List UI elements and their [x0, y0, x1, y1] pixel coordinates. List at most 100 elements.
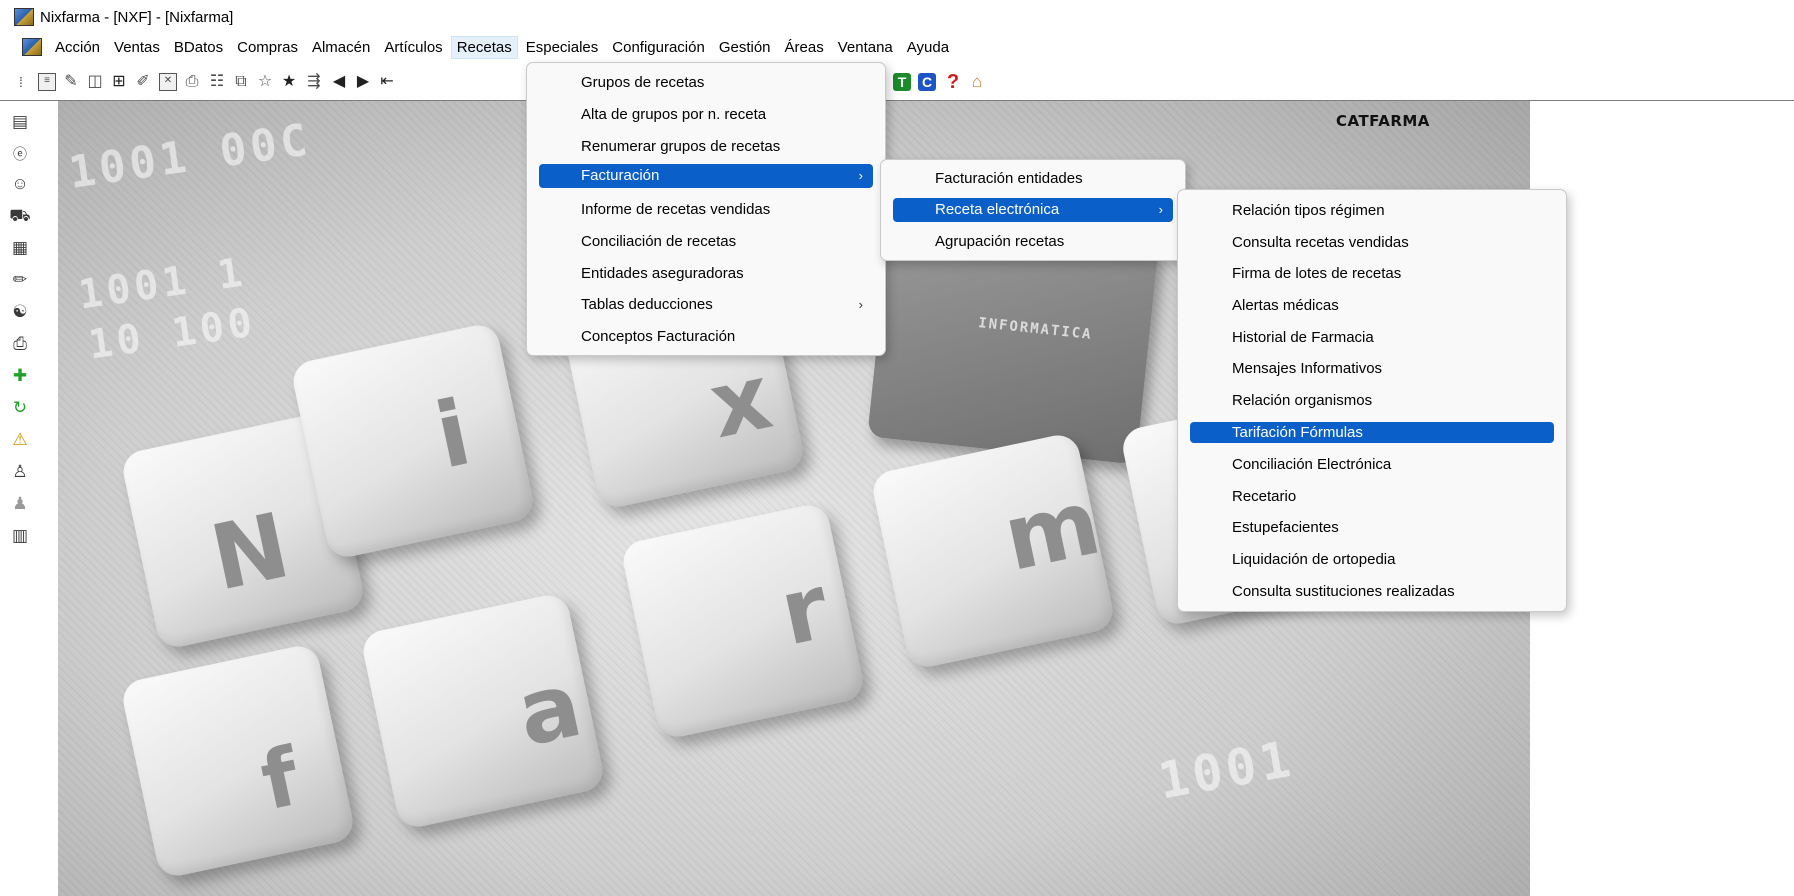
export-icon[interactable]: ⇶ — [305, 73, 323, 91]
menu-item-entidades-aseguradoras[interactable]: Entidades aseguradoras — [539, 261, 873, 287]
document-icon[interactable]: ≡ — [38, 73, 56, 91]
menu-item-label: Agrupación recetas — [935, 233, 1065, 250]
receta-electronica-submenu: Relación tipos régimen Consulta recetas … — [1177, 189, 1567, 612]
menu-item-receta-electronica[interactable]: Receta electrónica › — [893, 198, 1173, 222]
menu-item-estupefacientes[interactable]: Estupefacientes — [1190, 515, 1554, 541]
menu-compras[interactable]: Compras — [232, 37, 303, 58]
menu-item-label: Tablas deducciones — [581, 296, 713, 313]
menu-item-label: Conciliación de recetas — [581, 233, 737, 250]
menu-item-relacion-organismos[interactable]: Relación organismos — [1190, 388, 1554, 414]
menu-item-label: Grupos de recetas — [581, 74, 705, 91]
list-icon[interactable]: ☷ — [208, 73, 226, 91]
group-icon[interactable]: ♟ — [9, 493, 31, 515]
refresh-icon[interactable]: ↻ — [9, 397, 31, 419]
home-icon[interactable]: ⌂ — [968, 73, 986, 91]
menu-bar: Acción Ventas BDatos Compras Almacén Art… — [0, 34, 1794, 60]
delete-icon[interactable]: ✕ — [159, 73, 177, 91]
menu-configuracion[interactable]: Configuración — [607, 37, 710, 58]
keycap-letter: f — [253, 730, 307, 829]
menu-gestion[interactable]: Gestión — [714, 37, 776, 58]
menu-especiales[interactable]: Especiales — [521, 37, 604, 58]
cart-icon[interactable]: ⛟ — [9, 205, 31, 227]
menu-item-label: Consulta recetas vendidas — [1232, 234, 1409, 251]
print-icon[interactable]: ⎙ — [183, 73, 201, 91]
menu-item-mensajes-informativos[interactable]: Mensajes Informativos — [1190, 356, 1554, 382]
write-icon[interactable]: ✐ — [134, 73, 152, 91]
barcode-icon[interactable]: ▥ — [9, 525, 31, 547]
menu-item-label: Conciliación Electrónica — [1232, 456, 1392, 473]
chevron-right-icon: › — [858, 297, 863, 312]
menu-areas[interactable]: Áreas — [780, 37, 829, 58]
cash-register-icon[interactable]: ▤ — [9, 111, 31, 133]
menu-item-facturacion[interactable]: Facturación › — [539, 164, 873, 188]
binary-decoration: 1001 00C — [65, 114, 315, 199]
menu-almacen[interactable]: Almacén — [307, 37, 375, 58]
menu-item-conciliacion-recetas[interactable]: Conciliación de recetas — [539, 229, 873, 255]
menu-item-label: Recetario — [1232, 488, 1297, 505]
menu-recetas[interactable]: Recetas — [450, 35, 518, 59]
boxes-icon[interactable]: ▦ — [9, 237, 31, 259]
menu-item-consulta-recetas-vendidas[interactable]: Consulta recetas vendidas — [1190, 230, 1554, 256]
menu-item-grupos-recetas[interactable]: Grupos de recetas — [539, 70, 873, 96]
c-button[interactable]: C — [918, 73, 936, 91]
menu-item-tablas-deducciones[interactable]: Tablas deducciones › — [539, 292, 873, 318]
menu-item-renumerar-grupos[interactable]: Renumerar grupos de recetas — [539, 134, 873, 160]
keycap-letter: a — [508, 651, 591, 768]
user-icon[interactable]: ☺ — [9, 173, 31, 195]
menu-ventana[interactable]: Ventana — [833, 37, 898, 58]
menu-item-label: Renumerar grupos de recetas — [581, 138, 781, 155]
menu-bdatos[interactable]: BDatos — [169, 37, 228, 58]
users-icon[interactable]: ☯ — [9, 301, 31, 323]
keycap: m — [869, 431, 1117, 671]
menu-item-relacion-tipos-regimen[interactable]: Relación tipos régimen — [1190, 198, 1554, 224]
menu-item-conceptos-facturacion[interactable]: Conceptos Facturación — [539, 324, 873, 350]
binoculars-icon[interactable]: ⊞ — [110, 73, 128, 91]
arrow-left-icon[interactable]: ◀ — [330, 73, 348, 91]
menu-ventas[interactable]: Ventas — [109, 37, 165, 58]
menu-articulos[interactable]: Artículos — [379, 37, 447, 58]
menu-item-historial-farmacia[interactable]: Historial de Farmacia — [1190, 325, 1554, 351]
menu-item-informe-recetas[interactable]: Informe de recetas vendidas — [539, 197, 873, 223]
menu-item-label: Facturación — [581, 167, 660, 184]
menu-accion[interactable]: Acción — [50, 37, 105, 58]
menu-item-alta-grupos[interactable]: Alta de grupos por n. receta — [539, 102, 873, 128]
menu-item-consulta-sustituciones[interactable]: Consulta sustituciones realizadas — [1190, 579, 1554, 605]
star-filled-icon[interactable]: ★ — [280, 73, 298, 91]
grid-icon[interactable]: ◫ — [86, 73, 104, 91]
printer-icon[interactable]: ⎙ — [9, 333, 31, 355]
menu-item-facturacion-entidades[interactable]: Facturación entidades — [893, 166, 1173, 192]
keycap-letter: r — [771, 554, 837, 667]
star-outline-icon[interactable]: ☆ — [256, 73, 274, 91]
t-button[interactable]: T — [893, 73, 911, 91]
menu-item-agrupacion-recetas[interactable]: Agrupación recetas — [893, 229, 1173, 255]
import-icon[interactable]: ⇤ — [378, 73, 396, 91]
menu-item-label: Facturación entidades — [935, 170, 1083, 187]
edit-document-icon[interactable]: ✎ — [62, 73, 80, 91]
person-icon[interactable]: ♙ — [9, 461, 31, 483]
keycap: r — [619, 501, 867, 741]
menu-item-recetario[interactable]: Recetario — [1190, 484, 1554, 510]
menu-item-tarifacion-formulas[interactable]: Tarifación Fórmulas — [1190, 422, 1554, 443]
menu-item-label: Receta electrónica — [935, 201, 1060, 218]
help-icon[interactable]: ? — [944, 72, 962, 92]
app-icon — [14, 8, 34, 26]
add-icon[interactable]: ✚ — [9, 365, 31, 387]
toolbar: ⁞ ≡ ✎ ◫ ⊞ ✐ ✕ ⎙ ☷ ⧉ ☆ ★ ⇶ ◀ ▶ ⇤ T C ? ⌂ — [0, 62, 1794, 101]
warning-icon[interactable]: ⚠ — [9, 429, 31, 451]
arrow-right-icon[interactable]: ▶ — [354, 73, 372, 91]
left-toolbar: ▤ ⓔ ☺ ⛟ ▦ ✏ ☯ ⎙ ✚ ↻ ⚠ ♙ ♟ ▥ — [0, 101, 58, 896]
keycap: a — [359, 591, 607, 831]
menu-item-firma-lotes[interactable]: Firma de lotes de recetas — [1190, 261, 1554, 287]
keycap-letter: i — [427, 380, 480, 490]
e-icon[interactable]: ⓔ — [9, 143, 31, 165]
menu-ayuda[interactable]: Ayuda — [902, 37, 954, 58]
copy-icon[interactable]: ⧉ — [232, 73, 250, 91]
menu-item-liquidacion-ortopedia[interactable]: Liquidación de ortopedia — [1190, 547, 1554, 573]
binary-decoration: 1001 — [1154, 729, 1299, 811]
menu-item-conciliacion-electronica[interactable]: Conciliación Electrónica — [1190, 452, 1554, 478]
menu-item-alertas-medicas[interactable]: Alertas médicas — [1190, 293, 1554, 319]
pencil-icon[interactable]: ✏ — [9, 269, 31, 291]
keycap-letter: m — [995, 469, 1109, 592]
title-bar: Nixfarma - [NXF] - [Nixfarma] — [0, 0, 1794, 34]
system-menu-icon[interactable] — [22, 38, 42, 56]
